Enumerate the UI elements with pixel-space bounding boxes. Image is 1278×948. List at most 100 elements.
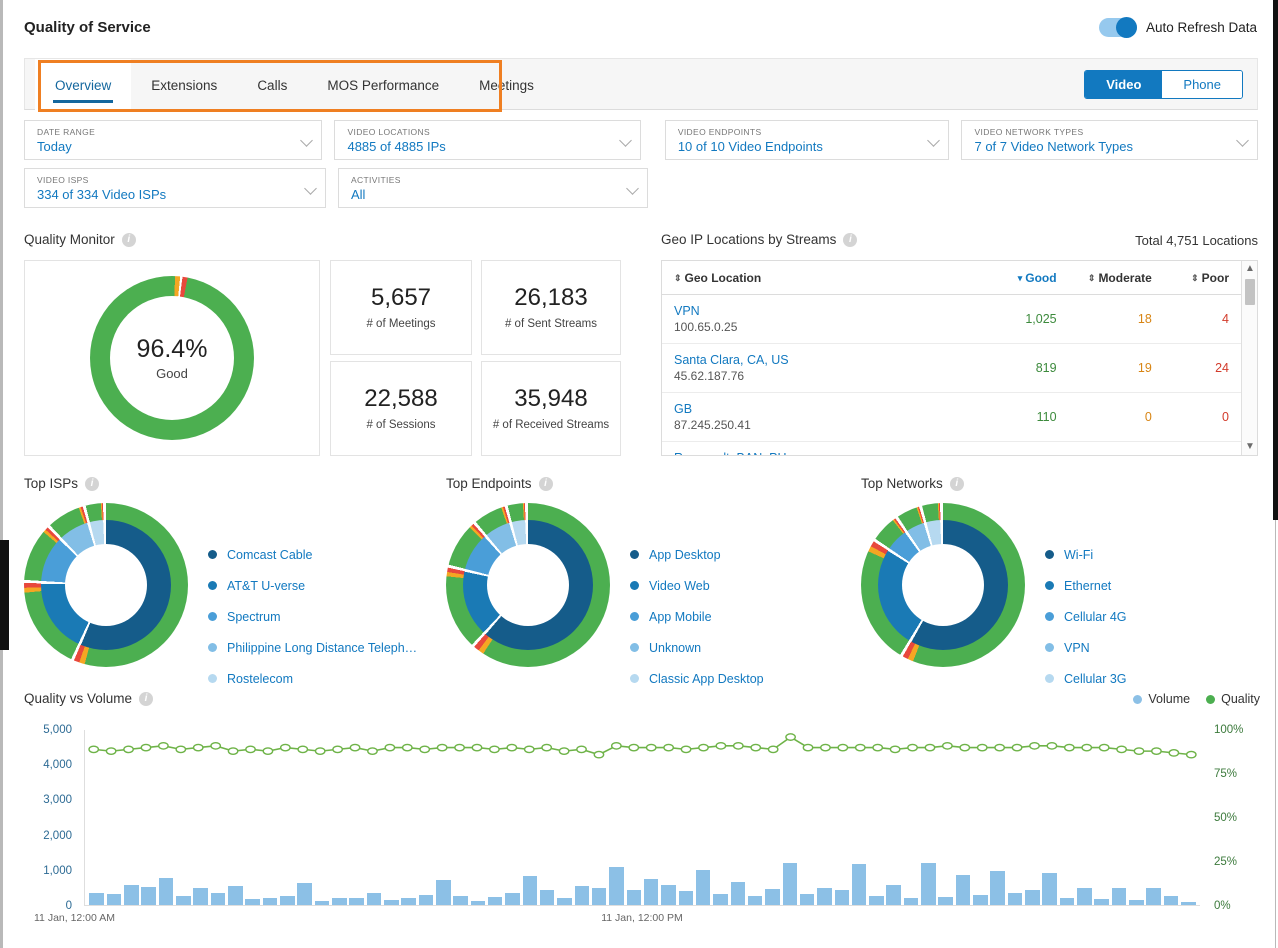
tab-mos-performance[interactable]: MOS Performance <box>307 59 459 111</box>
quality-point-marker[interactable] <box>647 744 656 750</box>
quality-point-marker[interactable] <box>612 743 621 749</box>
info-icon[interactable]: i <box>843 233 857 247</box>
quality-point-marker[interactable] <box>228 748 237 754</box>
legend-item[interactable]: Rostelecom <box>208 663 417 694</box>
quality-point-marker[interactable] <box>925 744 934 750</box>
info-icon[interactable]: i <box>139 692 153 706</box>
quality-point-marker[interactable] <box>577 746 586 752</box>
media-type-switch[interactable]: VideoPhone <box>1084 70 1243 99</box>
table-row[interactable]: GB87.245.250.4111000 <box>662 393 1257 442</box>
auto-refresh-control[interactable]: Auto Refresh Data <box>1099 18 1257 37</box>
quality-point-marker[interactable] <box>472 744 481 750</box>
quality-point-marker[interactable] <box>995 744 1004 750</box>
scrollbar-thumb[interactable] <box>1245 279 1255 305</box>
quality-point-marker[interactable] <box>629 744 638 750</box>
quality-point-marker[interactable] <box>159 743 168 749</box>
filter-video-locations[interactable]: VIDEO LOCATIONS 4885 of 4885 IPs <box>334 120 640 160</box>
legend-item[interactable]: Wi-Fi <box>1045 539 1127 570</box>
auto-refresh-toggle[interactable] <box>1099 18 1137 37</box>
column-header-good[interactable]: ▾Good <box>971 261 1066 295</box>
quality-point-marker[interactable] <box>1134 748 1143 754</box>
quality-point-marker[interactable] <box>1030 743 1039 749</box>
segment-video[interactable]: Video <box>1085 71 1162 98</box>
quality-point-marker[interactable] <box>681 746 690 752</box>
quality-point-marker[interactable] <box>368 748 377 754</box>
quality-point-marker[interactable] <box>1047 743 1056 749</box>
quality-point-marker[interactable] <box>978 744 987 750</box>
quality-point-marker[interactable] <box>1099 744 1108 750</box>
tab-overview[interactable]: Overview <box>35 59 131 111</box>
geo-location-link[interactable]: VPN <box>674 303 961 319</box>
quality-point-marker[interactable] <box>542 744 551 750</box>
quality-point-marker[interactable] <box>403 744 412 750</box>
quality-point-marker[interactable] <box>1169 750 1178 756</box>
legend-item[interactable]: Ethernet <box>1045 570 1127 601</box>
filter-video-network-types[interactable]: VIDEO NETWORK TYPES 7 of 7 Video Network… <box>961 120 1258 160</box>
quality-point-marker[interactable] <box>803 744 812 750</box>
geo-location-link[interactable]: Roosevelt, BAN, PH <box>674 450 961 456</box>
quality-point-marker[interactable] <box>890 746 899 752</box>
quality-point-marker[interactable] <box>350 744 359 750</box>
legend-item[interactable]: AT&T U-verse <box>208 570 417 601</box>
quality-point-marker[interactable] <box>734 743 743 749</box>
quality-point-marker[interactable] <box>89 746 98 752</box>
scroll-down-icon[interactable]: ▼ <box>1242 439 1258 455</box>
quality-point-marker[interactable] <box>437 744 446 750</box>
quality-point-marker[interactable] <box>838 744 847 750</box>
quality-point-marker[interactable] <box>281 744 290 750</box>
info-icon[interactable]: i <box>85 477 99 491</box>
quality-point-marker[interactable] <box>333 746 342 752</box>
info-icon[interactable]: i <box>950 477 964 491</box>
quality-point-marker[interactable] <box>176 746 185 752</box>
table-row[interactable]: Roosevelt, BAN, PH112.198.97.58620 <box>662 442 1257 457</box>
legend-quality[interactable]: Quality <box>1206 692 1260 706</box>
legend-item[interactable]: App Mobile <box>630 601 764 632</box>
quality-point-marker[interactable] <box>455 744 464 750</box>
legend-item[interactable]: VPN <box>1045 632 1127 663</box>
quality-point-marker[interactable] <box>420 746 429 752</box>
quality-point-marker[interactable] <box>194 744 203 750</box>
quality-point-marker[interactable] <box>1012 744 1021 750</box>
legend-item[interactable]: Classic App Desktop <box>630 663 764 694</box>
quality-point-marker[interactable] <box>699 744 708 750</box>
tab-extensions[interactable]: Extensions <box>131 59 237 111</box>
quality-point-marker[interactable] <box>786 734 795 740</box>
quality-point-marker[interactable] <box>124 746 133 752</box>
quality-point-marker[interactable] <box>664 744 673 750</box>
legend-item[interactable]: Video Web <box>630 570 764 601</box>
quality-point-marker[interactable] <box>873 744 882 750</box>
legend-item[interactable]: Cellular 3G <box>1045 663 1127 694</box>
quality-point-marker[interactable] <box>1187 751 1196 757</box>
geo-location-link[interactable]: Santa Clara, CA, US <box>674 352 961 368</box>
quality-point-marker[interactable] <box>525 746 534 752</box>
legend-item[interactable]: Unknown <box>630 632 764 663</box>
quality-point-marker[interactable] <box>1117 746 1126 752</box>
quality-point-marker[interactable] <box>908 744 917 750</box>
quality-point-marker[interactable] <box>1082 744 1091 750</box>
filter-activities[interactable]: ACTIVITIES All <box>338 168 648 208</box>
column-header-geo-location[interactable]: ⇕Geo Location <box>662 261 971 295</box>
segment-phone[interactable]: Phone <box>1162 71 1242 98</box>
column-header-moderate[interactable]: ⇕Moderate <box>1067 261 1162 295</box>
quality-point-marker[interactable] <box>263 748 272 754</box>
quality-point-marker[interactable] <box>821 744 830 750</box>
quality-point-marker[interactable] <box>106 748 115 754</box>
legend-item[interactable]: Philippine Long Distance Teleph… <box>208 632 417 663</box>
legend-volume[interactable]: Volume <box>1133 692 1190 706</box>
quality-point-marker[interactable] <box>211 743 220 749</box>
quality-point-marker[interactable] <box>960 744 969 750</box>
quality-point-marker[interactable] <box>246 746 255 752</box>
quality-point-marker[interactable] <box>507 744 516 750</box>
quality-point-marker[interactable] <box>594 751 603 757</box>
legend-item[interactable]: Spectrum <box>208 601 417 632</box>
quality-point-marker[interactable] <box>943 743 952 749</box>
quality-point-marker[interactable] <box>751 744 760 750</box>
table-scrollbar[interactable]: ▲ ▼ <box>1241 261 1257 455</box>
quality-point-marker[interactable] <box>141 744 150 750</box>
quality-point-marker[interactable] <box>1065 744 1074 750</box>
info-icon[interactable]: i <box>539 477 553 491</box>
legend-item[interactable]: Comcast Cable <box>208 539 417 570</box>
legend-item[interactable]: App Desktop <box>630 539 764 570</box>
quality-point-marker[interactable] <box>856 744 865 750</box>
filter-video-isps[interactable]: VIDEO ISPS 334 of 334 Video ISPs <box>24 168 326 208</box>
